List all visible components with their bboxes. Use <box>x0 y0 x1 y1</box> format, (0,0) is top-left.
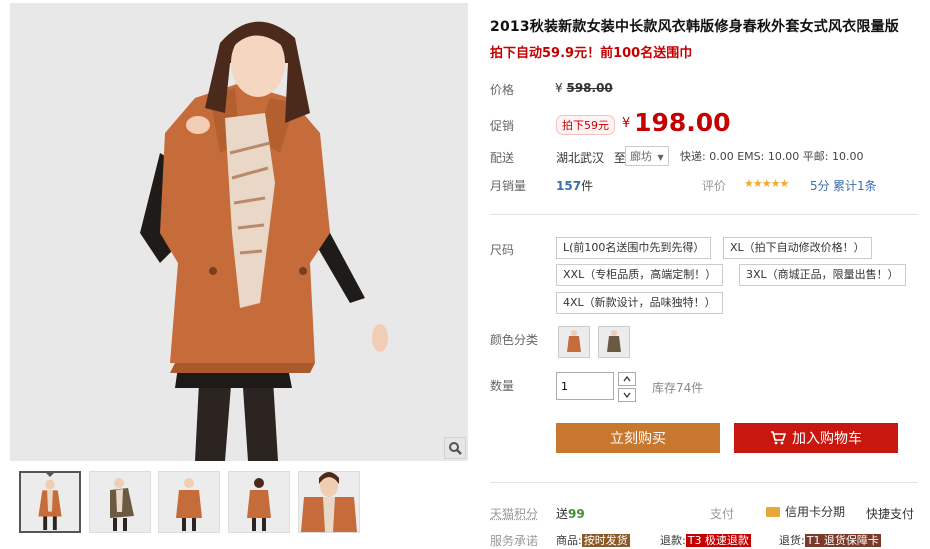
product-gallery <box>10 3 470 533</box>
cart-icon <box>771 431 786 445</box>
service-promise-label: 服务承诺 <box>490 534 539 548</box>
credit-card-icon <box>766 506 780 517</box>
color-swatch-2[interactable] <box>598 326 630 358</box>
promo-badge: 拍下59元 <box>556 115 615 135</box>
quick-pay-label[interactable]: 快捷支付 <box>866 505 914 522</box>
promo-price-value: 198.00 <box>634 108 731 137</box>
promo-label: 促销 <box>490 119 515 133</box>
size-option-xxl[interactable]: XXL（专柜品质，高端定制！） <box>556 264 724 286</box>
sales-label: 月销量 <box>490 179 527 193</box>
currency-symbol: ¥ <box>622 116 631 131</box>
service-item-return[interactable]: 退货: T1 退货保障卡 <box>779 532 881 548</box>
destination-value: 廊坊 <box>630 150 652 163</box>
magnifier-icon <box>449 442 462 455</box>
thumbnail-image <box>159 472 219 532</box>
thumbnail-1[interactable] <box>19 471 81 533</box>
thumbnail-2[interactable] <box>89 471 151 533</box>
sales-unit: 件 <box>581 179 594 193</box>
swatch-image <box>559 327 589 357</box>
size-option-3xl[interactable]: 3XL（商城正品，限量出售！） <box>739 264 906 286</box>
ship-origin: 湖北武汉 <box>556 151 605 165</box>
quantity-decrease-button[interactable] <box>618 388 636 402</box>
buy-now-button[interactable]: 立刻购买 <box>556 423 720 453</box>
shipping-fees: 快递: 0.00 EMS: 10.00 平邮: 10.00 <box>680 150 864 163</box>
monthly-sales: 157件 <box>556 177 593 194</box>
color-label: 颜色分类 <box>490 333 539 347</box>
ship-from: 湖北武汉 至 <box>556 149 626 166</box>
service-prefix: 退货: <box>779 534 805 547</box>
size-label: 尺码 <box>490 243 515 257</box>
review-count-link[interactable]: 累计1条 <box>833 177 877 194</box>
points-number: 99 <box>568 507 585 521</box>
service-prefix: 退款: <box>660 534 686 547</box>
size-option-xl[interactable]: XL（拍下自动修改价格！） <box>723 237 872 259</box>
chevron-down-icon <box>623 392 631 398</box>
payment-label: 支付 <box>710 507 735 521</box>
thumbnail-3[interactable] <box>158 471 220 533</box>
original-price-value: 598.00 <box>566 81 613 95</box>
currency-symbol: ¥ <box>555 81 563 95</box>
chevron-down-icon: ▼ <box>657 153 664 162</box>
product-subtitle: 拍下自动59.9元！前100名送围巾 <box>490 46 693 61</box>
buy-now-label: 立刻购买 <box>610 430 666 446</box>
price-label: 价格 <box>490 83 515 97</box>
promo-price: ¥ 198.00 <box>622 108 731 137</box>
points-label[interactable]: 天猫积分 <box>490 505 538 522</box>
credit-installment-label: 信用卡分期 <box>785 505 846 519</box>
size-option-4xl[interactable]: 4XL（新款设计，品味独特！） <box>556 292 723 314</box>
rating-label: 评价 <box>702 179 727 193</box>
quantity-label: 数量 <box>490 379 515 393</box>
points-prefix: 送 <box>556 507 569 521</box>
points-value: 送99 <box>556 505 585 522</box>
quantity-input[interactable] <box>556 372 614 400</box>
original-price: ¥ 598.00 <box>555 81 613 95</box>
main-product-image[interactable] <box>10 3 468 461</box>
star-rating-icon: ★★★★★ <box>744 177 789 190</box>
thumbnail-image <box>90 472 150 532</box>
service-tag: 按时发货 <box>581 534 630 547</box>
thumbnail-4[interactable] <box>228 471 290 533</box>
thumbnail-image <box>229 472 289 532</box>
size-option-l[interactable]: L(前100名送围巾先到先得） <box>556 237 712 259</box>
service-prefix: 商品: <box>556 534 582 547</box>
service-item-refund[interactable]: 退款: T3 极速退款 <box>660 532 751 548</box>
divider <box>490 482 918 483</box>
color-swatch-1[interactable] <box>558 326 590 358</box>
model-photo <box>10 3 468 461</box>
service-tag: T1 退货保障卡 <box>804 534 881 547</box>
quantity-increase-button[interactable] <box>618 372 636 386</box>
sales-count: 157 <box>556 179 582 193</box>
destination-select[interactable]: 廊坊 ▼ <box>625 146 669 166</box>
service-tag: T3 极速退款 <box>685 534 751 547</box>
swatch-image <box>599 327 629 357</box>
product-title: 2013秋装新款女装中长款风衣韩版修身春秋外套女式风衣限量版 <box>490 19 899 35</box>
add-to-cart-button[interactable]: 加入购物车 <box>734 423 898 453</box>
thumbnail-5[interactable] <box>298 471 360 533</box>
thumbnail-image <box>299 472 359 532</box>
add-to-cart-label: 加入购物车 <box>792 430 862 446</box>
divider <box>490 214 918 215</box>
rating-score: 5分 <box>810 179 830 193</box>
stock-count: 库存74件 <box>652 381 704 395</box>
service-item-shipping[interactable]: 商品: 按时发货 <box>556 532 630 548</box>
shipping-label: 配送 <box>490 151 515 165</box>
thumbnail-image <box>21 473 79 531</box>
chevron-up-icon <box>623 376 631 382</box>
thumbnail-strip <box>10 471 470 541</box>
zoom-button[interactable] <box>444 437 466 459</box>
credit-installment-link[interactable]: 信用卡分期 <box>766 503 845 520</box>
